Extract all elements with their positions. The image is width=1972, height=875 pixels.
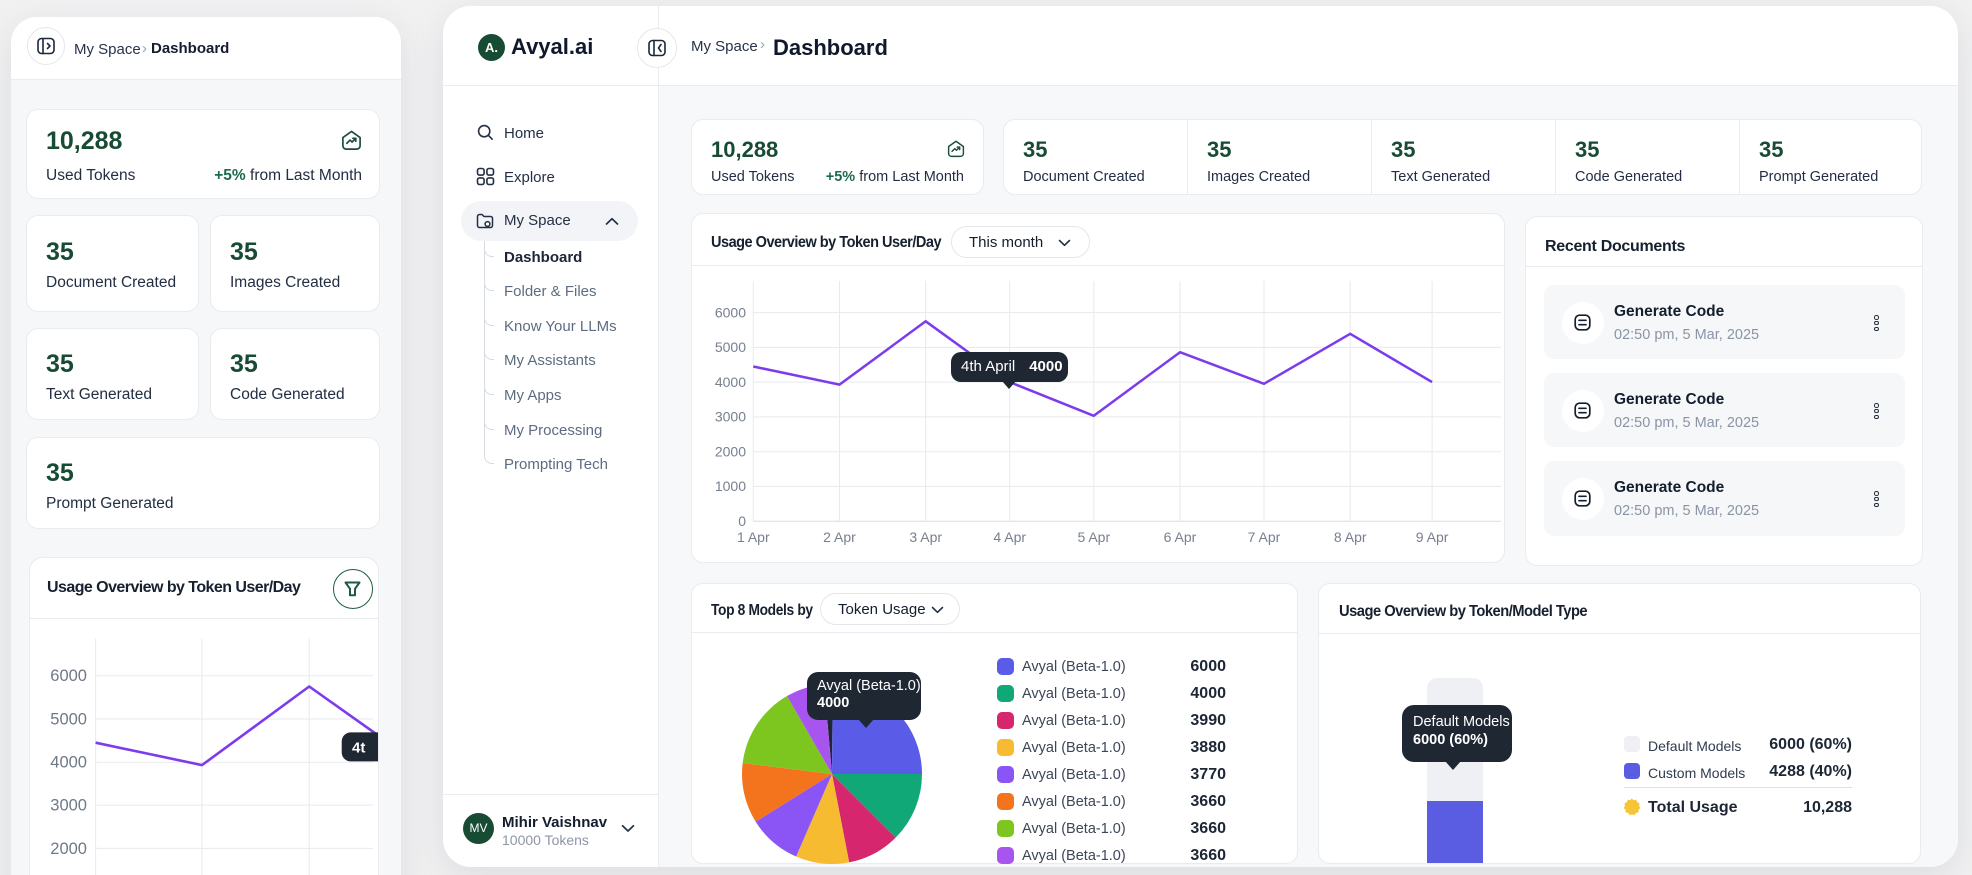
svg-text:5000: 5000	[50, 711, 87, 729]
svg-text:2000: 2000	[715, 443, 746, 459]
svg-text:5000: 5000	[715, 339, 746, 355]
svg-text:8 Apr: 8 Apr	[1334, 529, 1367, 545]
svg-text:4 Apr: 4 Apr	[993, 529, 1026, 545]
svg-text:6000: 6000	[715, 304, 746, 320]
svg-text:3000: 3000	[50, 797, 87, 815]
svg-text:4000: 4000	[715, 374, 746, 390]
svg-text:5 Apr: 5 Apr	[1077, 529, 1110, 545]
svg-text:4t: 4t	[352, 740, 365, 757]
svg-text:2000: 2000	[50, 840, 87, 858]
svg-text:7 Apr: 7 Apr	[1248, 529, 1281, 545]
svg-text:6 Apr: 6 Apr	[1164, 529, 1197, 545]
svg-text:3 Apr: 3 Apr	[909, 529, 942, 545]
svg-text:3000: 3000	[715, 409, 746, 425]
svg-text:6000: 6000	[50, 667, 87, 685]
svg-text:1 Apr: 1 Apr	[737, 529, 770, 545]
svg-text:9 Apr: 9 Apr	[1416, 529, 1449, 545]
svg-text:4000: 4000	[50, 754, 87, 772]
svg-text:1000: 1000	[715, 478, 746, 494]
svg-text:2 Apr: 2 Apr	[823, 529, 856, 545]
svg-text:0: 0	[738, 513, 746, 529]
